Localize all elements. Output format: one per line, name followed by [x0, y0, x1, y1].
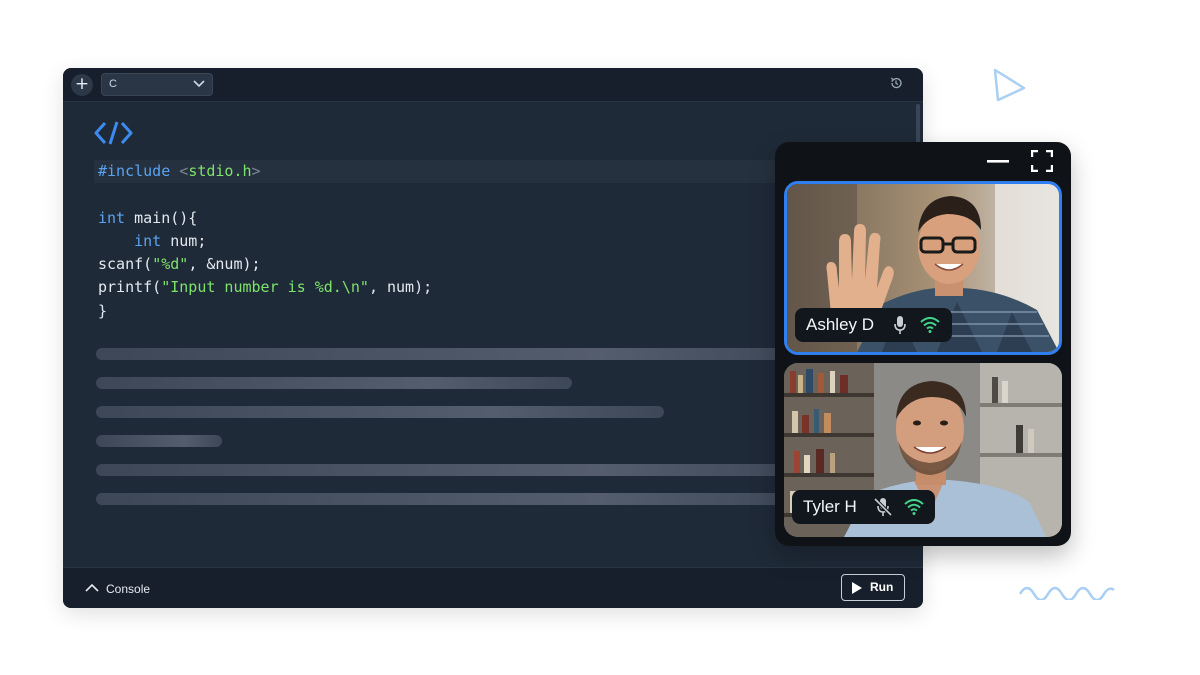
participant-name-tag-1: Ashley D	[795, 308, 952, 342]
history-icon[interactable]	[889, 76, 903, 90]
code-token: printf(	[98, 278, 162, 297]
language-select[interactable]: C	[101, 73, 213, 96]
plus-icon[interactable]: +	[71, 74, 93, 96]
code-token: "%d"	[152, 255, 189, 274]
code-token: "Input number is %d.\n"	[161, 278, 369, 297]
code-token: , &num);	[188, 255, 261, 274]
code-token: scanf(	[98, 255, 153, 274]
editor-toolbar: + C	[63, 68, 923, 102]
placeholder-line	[96, 406, 664, 418]
participant-tile-1[interactable]: Ashley D	[784, 181, 1062, 355]
participant-name: Ashley D	[806, 315, 875, 334]
placeholder-line	[96, 435, 222, 447]
code-brackets-icon	[94, 121, 133, 145]
chevron-up-icon	[85, 583, 99, 592]
participant-name: Tyler H	[803, 497, 857, 516]
mic-icon[interactable]	[894, 316, 906, 334]
code-token: , num);	[368, 278, 433, 297]
code-line-1: #include <stdio.h>	[94, 160, 854, 184]
triangle-decoration-icon	[993, 68, 1026, 102]
placeholder-line	[96, 377, 572, 389]
wifi-signal-icon	[920, 317, 940, 333]
mic-muted-icon[interactable]	[874, 498, 892, 516]
code-content[interactable]: #include <stdio.h> int main(){ int num; …	[94, 160, 854, 323]
console-bar: Console Run	[63, 567, 923, 608]
code-line-3: int main(){	[94, 207, 854, 230]
fullscreen-icon[interactable]	[1031, 150, 1053, 172]
wave-decoration-icon	[1018, 586, 1115, 600]
participant-tile-2[interactable]: Tyler H	[784, 363, 1062, 537]
wifi-signal-icon	[904, 499, 924, 515]
code-line-6: printf("Input number is %d.\n", num);	[94, 276, 854, 299]
code-line-7: }	[94, 300, 854, 323]
language-value: C	[109, 78, 117, 90]
code-token: int	[98, 208, 126, 227]
code-token: }	[98, 301, 108, 320]
console-label: Console	[106, 582, 151, 596]
code-token: int	[134, 231, 162, 250]
code-token: num;	[161, 231, 207, 250]
code-token: main(){	[125, 208, 198, 227]
run-label: Run	[870, 580, 894, 594]
code-token: >	[251, 162, 261, 180]
participant-name-tag-2: Tyler H	[792, 490, 935, 524]
minimize-icon[interactable]	[987, 160, 1009, 164]
video-call-panel: Ashley D Tyler H	[775, 142, 1071, 546]
code-token: #include	[98, 162, 171, 180]
placeholder-line	[96, 493, 816, 505]
placeholder-line	[96, 464, 816, 476]
play-icon	[852, 582, 862, 594]
placeholder-line	[96, 348, 816, 360]
code-line-5: scanf("%d", &num);	[94, 253, 854, 276]
code-token: <	[179, 162, 189, 180]
run-button[interactable]: Run	[841, 574, 905, 601]
chevron-down-icon	[193, 80, 205, 88]
code-token: stdio.h	[188, 162, 252, 180]
code-line-4: int num;	[94, 230, 854, 253]
